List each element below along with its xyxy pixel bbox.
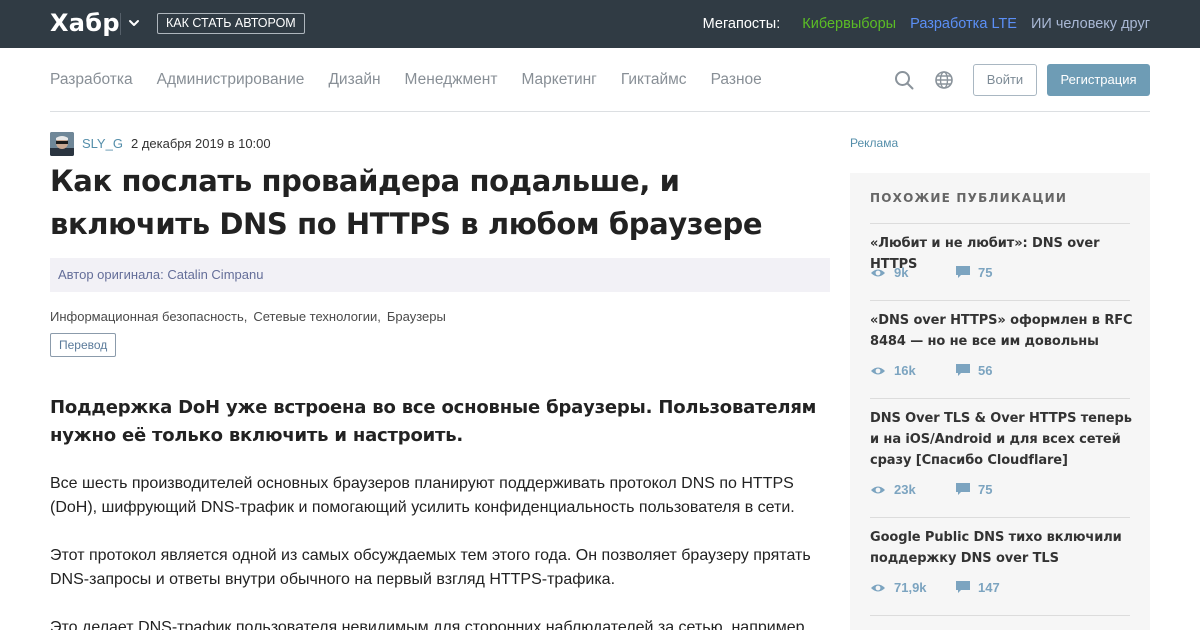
- post-title: Как послать провайдера подальше, и включ…: [50, 164, 763, 241]
- divider: [870, 300, 1130, 301]
- nav-item-administration[interactable]: Администрирование: [157, 71, 305, 88]
- divider: [870, 517, 1130, 518]
- publication-title[interactable]: Google Public DNS тихо включили поддержк…: [870, 527, 1135, 569]
- megapost-link-ai[interactable]: ИИ человеку друг: [1031, 16, 1150, 32]
- views-count: 9k: [894, 265, 909, 280]
- comments-icon: [956, 266, 970, 278]
- author-link[interactable]: SLY_G: [82, 136, 123, 152]
- author-avatar[interactable]: [50, 132, 74, 156]
- post-date: 2 декабря 2019 в 10:00: [131, 136, 271, 151]
- views-icon: [871, 269, 885, 277]
- original-author[interactable]: Автор оригинала: Catalin Cimpanu: [58, 267, 263, 283]
- comments-icon: [956, 483, 970, 495]
- how-to-become-author-button[interactable]: Как стать автором: [157, 13, 305, 34]
- hub-link-network[interactable]: Сетевые технологии,: [253, 309, 381, 324]
- megapost-link-lte[interactable]: Разработка LTE: [910, 16, 1017, 32]
- views-count: 16k: [894, 363, 916, 378]
- publication-title[interactable]: «DNS over HTTPS» оформлен в RFC 8484 — н…: [870, 310, 1135, 352]
- article-paragraph: Все шесть производителей основных браузе…: [50, 475, 795, 516]
- comments-count[interactable]: 56: [978, 363, 992, 379]
- nav-item-design[interactable]: Дизайн: [328, 71, 380, 88]
- habr-logo[interactable]: Хабр: [50, 9, 120, 37]
- hub-link-infosec[interactable]: Информационная безопасность,: [50, 309, 247, 324]
- original-author-box: Автор оригинала: Catalin Cimpanu: [50, 258, 830, 292]
- post-hubs: Информационная безопасность, Сетевые техн…: [50, 309, 452, 325]
- megaposts: Мегапосты: Кибервыборы Разработка LTE ИИ…: [703, 15, 1150, 33]
- chevron-down-icon[interactable]: [127, 16, 141, 30]
- logo-divider: [120, 13, 121, 35]
- hubs-menu: Разработка Администрирование Дизайн Менеджм…: [50, 71, 786, 89]
- nav-item-misc[interactable]: Разное: [711, 71, 762, 88]
- article-paragraph: Этот протокол является одной из самых об…: [50, 547, 811, 588]
- views-count: 23k: [894, 482, 916, 497]
- article-paragraph: Это делает DNS-трафик пользователя невид…: [50, 619, 805, 630]
- nav-item-marketing[interactable]: Маркетинг: [521, 71, 596, 88]
- main-nav: Разработка Администрирование Дизайн Менеджм…: [50, 48, 1150, 112]
- similar-publications-title: Похожие публикации: [870, 191, 1068, 205]
- login-button[interactable]: Войти: [973, 64, 1037, 96]
- divider: [870, 615, 1130, 616]
- publication-title[interactable]: «Любит и не любит»: DNS over HTTPS: [870, 233, 1135, 275]
- comments-icon: [956, 581, 970, 593]
- nav-item-development[interactable]: Разработка: [50, 71, 133, 88]
- nav-item-geektimes[interactable]: Гиктаймс: [621, 71, 687, 88]
- views-icon: [871, 367, 885, 375]
- translation-badge[interactable]: Перевод: [50, 333, 117, 357]
- nav-item-management[interactable]: Менеджмент: [405, 71, 498, 88]
- article-lead: Поддержка DoH уже встроена во все основн…: [50, 397, 817, 446]
- search-icon[interactable]: [894, 70, 914, 90]
- views-icon: [871, 486, 885, 494]
- avatar-image: [50, 132, 74, 156]
- globe-icon[interactable]: [934, 70, 954, 90]
- divider: [870, 223, 1130, 224]
- megapost-link-cyberelections[interactable]: Кибервыборы: [802, 16, 896, 32]
- comments-count[interactable]: 75: [978, 482, 992, 498]
- comments-count[interactable]: 75: [978, 265, 992, 281]
- comments-count[interactable]: 147: [978, 580, 1000, 596]
- ad-label[interactable]: Реклама: [850, 136, 898, 150]
- hub-link-browsers[interactable]: Браузеры: [387, 309, 446, 324]
- similar-publications-panel: Похожие публикации «Любит и не любит»: D…: [850, 173, 1150, 630]
- megaposts-label: Мегапосты:: [702, 16, 781, 32]
- top-bar: Хабр Как стать автором Мегапосты: Киберв…: [0, 0, 1200, 48]
- register-button[interactable]: Регистрация: [1047, 64, 1150, 96]
- publication-title[interactable]: DNS Over TLS & Over HTTPS теперь и на iO…: [870, 408, 1135, 471]
- views-icon: [871, 584, 885, 592]
- comments-icon: [956, 364, 970, 376]
- divider: [870, 398, 1130, 399]
- views-count: 71,9k: [894, 580, 927, 595]
